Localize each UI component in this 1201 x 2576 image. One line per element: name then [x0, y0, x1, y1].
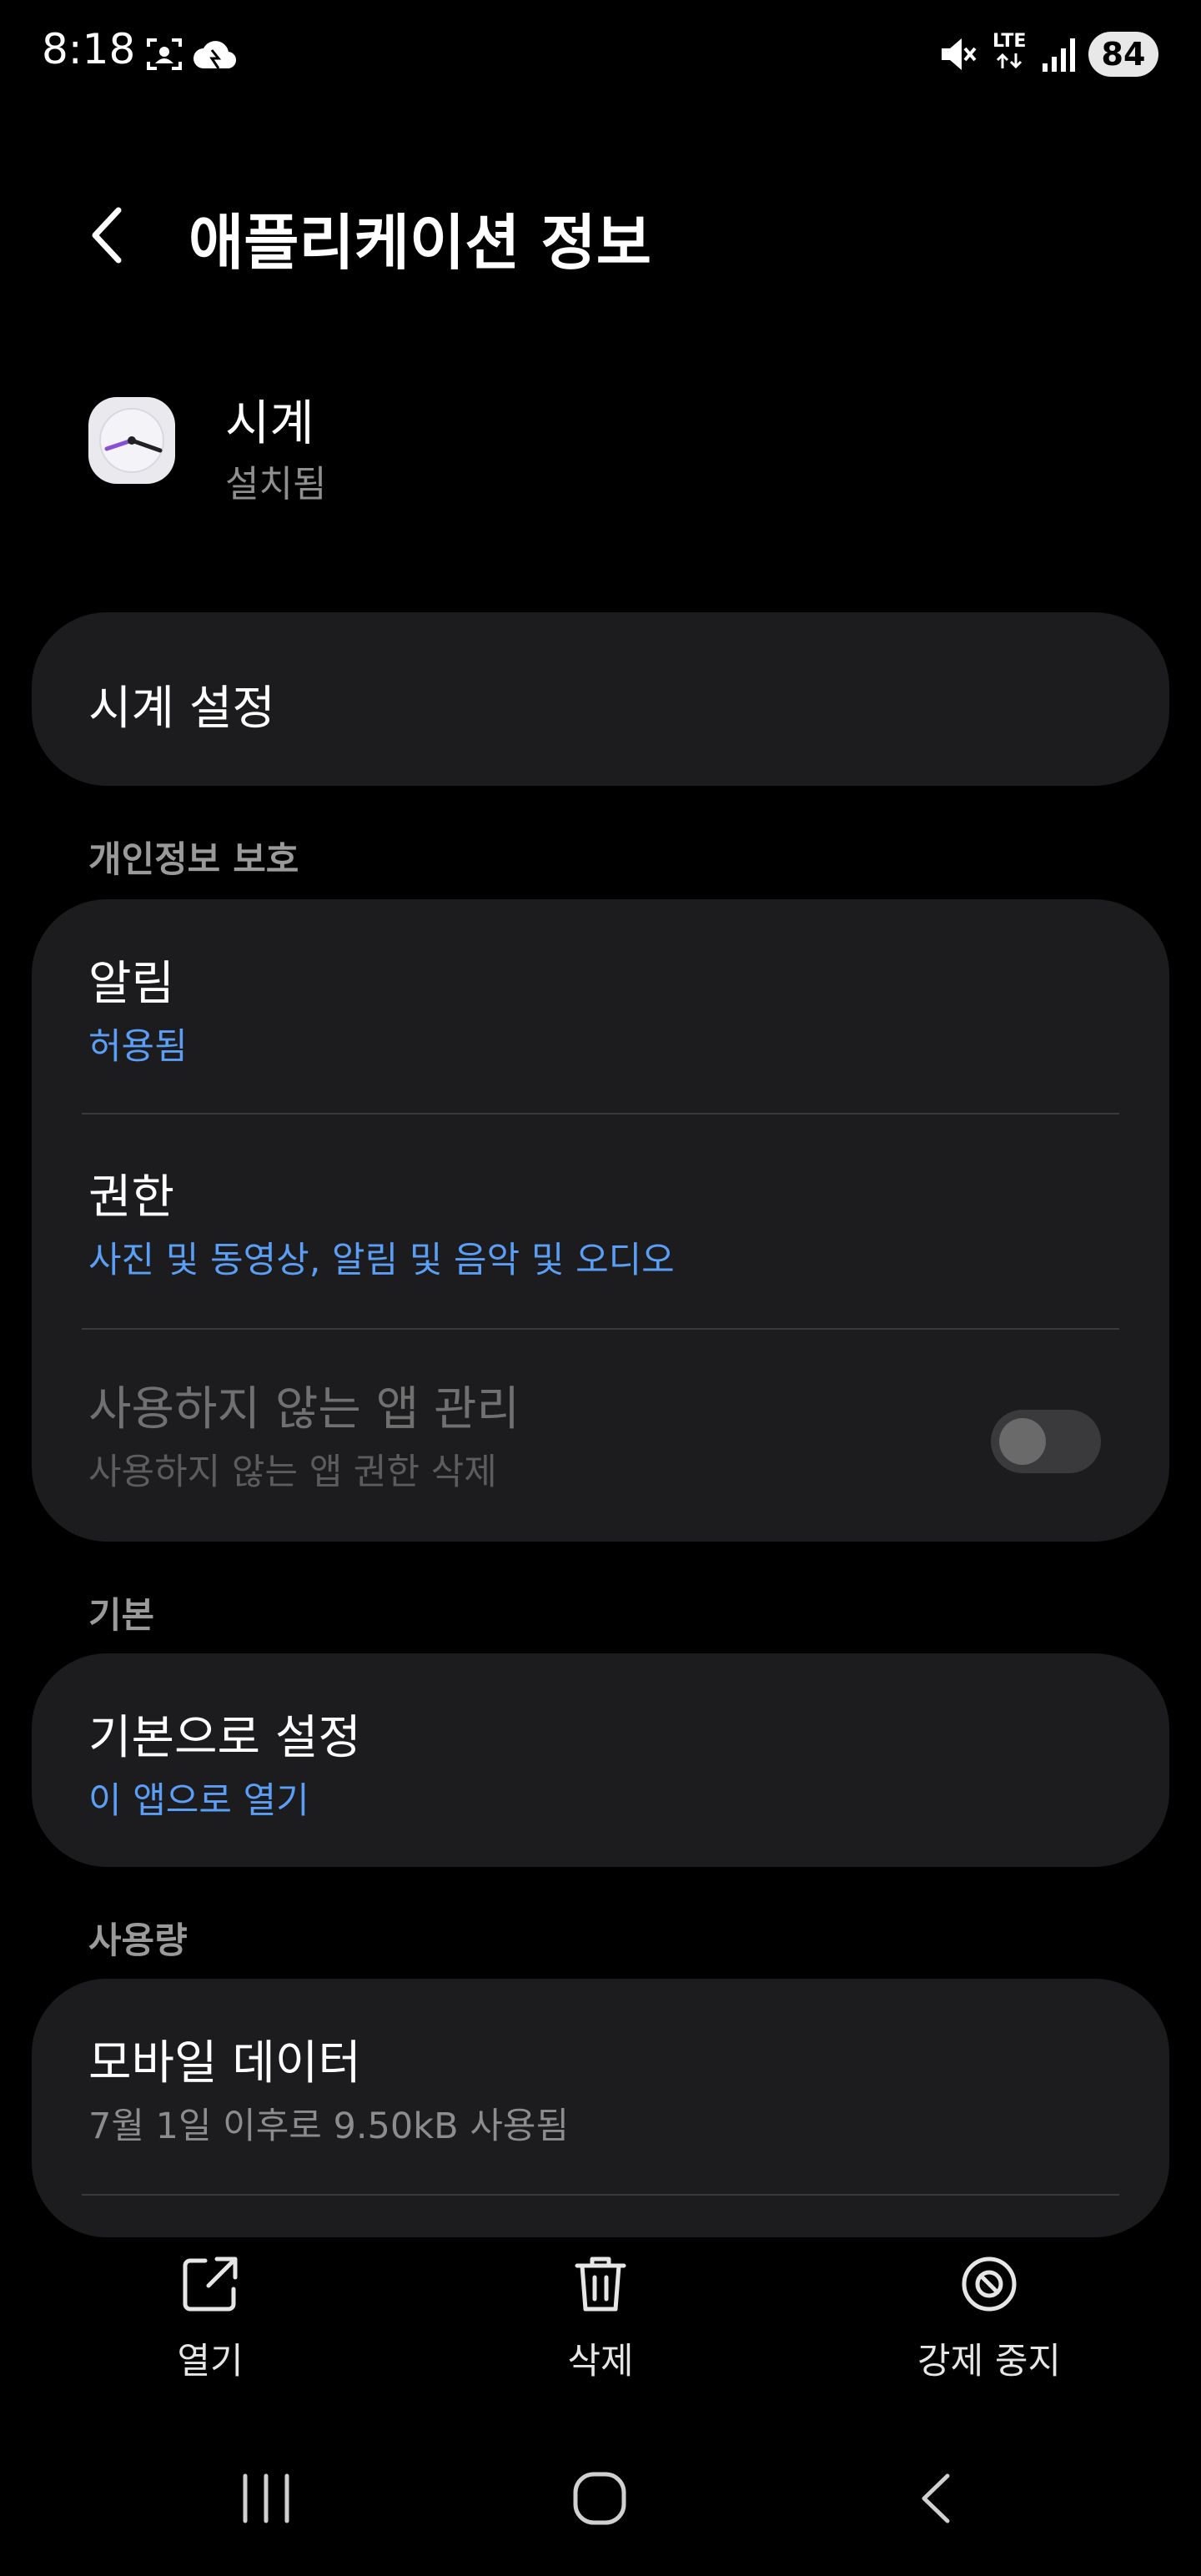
app-settings-label: 시계 설정: [88, 682, 275, 736]
network-type: LTE: [992, 32, 1026, 70]
cloud-icon: [193, 41, 237, 69]
unused-apps-subtitle: 사용하지 않는 앱 권한 삭제: [88, 1452, 497, 1493]
block-icon: [962, 2257, 1017, 2312]
screenshot-icon: [147, 38, 182, 70]
mobile-data-value: 7월 1일 이후로 9.50kB 사용됨: [88, 2106, 570, 2147]
usage-card: 모바일 데이터 7월 1일 이후로 9.50kB 사용됨: [32, 1979, 1169, 2237]
mute-icon: [942, 38, 977, 70]
page-title: 애플리케이션 정보: [188, 208, 651, 278]
force-stop-button[interactable]: 강제 중지: [864, 2252, 1114, 2384]
unused-apps-toggle[interactable]: [991, 1410, 1101, 1473]
app-settings-item[interactable]: 시계 설정: [32, 612, 1169, 786]
trash-icon: [575, 2257, 626, 2312]
divider: [82, 2194, 1119, 2196]
notifications-value: 허용됨: [88, 1026, 188, 1068]
force-stop-label: 강제 중지: [917, 2341, 1061, 2382]
notifications-title: 알림: [88, 957, 175, 1011]
signal-icon: [1043, 38, 1075, 72]
back-button[interactable]: [75, 192, 142, 275]
permissions-value: 사진 및 동영상, 알림 및 음악 및 오디오: [88, 1240, 675, 1281]
uninstall-button[interactable]: 삭제: [475, 2252, 726, 2384]
mobile-data-item[interactable]: 모바일 데이터 7월 1일 이후로 9.50kB 사용됨: [32, 1979, 1169, 2194]
section-label-privacy: 개인정보 보호: [88, 839, 299, 881]
set-default-value: 이 앱으로 열기: [88, 1780, 309, 1822]
toggle-knob: [999, 1418, 1046, 1465]
open-button[interactable]: 열기: [85, 2252, 335, 2384]
battery-indicator: 84: [1088, 32, 1158, 77]
open-external-icon: [183, 2257, 238, 2312]
set-default-title: 기본으로 설정: [88, 1711, 361, 1765]
open-label: 열기: [177, 2341, 244, 2382]
mobile-data-title: 모바일 데이터: [88, 2036, 361, 2090]
clock-app-icon: [88, 397, 175, 484]
app-name: 시계: [225, 395, 314, 451]
home-button[interactable]: [570, 2469, 629, 2528]
set-default-item[interactable]: 기본으로 설정 이 앱으로 열기: [32, 1653, 1169, 1867]
status-time: 8:18: [42, 25, 136, 73]
privacy-card: 알림 허용됨 권한 사진 및 동영상, 알림 및 음악 및 오디오 사용하지 않…: [32, 899, 1169, 1542]
uninstall-label: 삭제: [567, 2341, 634, 2382]
nav-back-button[interactable]: [909, 2469, 967, 2528]
section-label-usage: 사용량: [88, 1920, 188, 1962]
notifications-item[interactable]: 알림 허용됨: [32, 899, 1169, 1113]
unused-apps-title: 사용하지 않는 앱 관리: [88, 1382, 520, 1436]
app-install-status: 설치됨: [225, 463, 327, 506]
permissions-item[interactable]: 권한 사진 및 동영상, 알림 및 음악 및 오디오: [32, 1114, 1169, 1328]
section-label-defaults: 기본: [88, 1595, 155, 1637]
permissions-title: 권한: [88, 1170, 175, 1225]
data-arrows-icon: [996, 53, 1023, 69]
recent-apps-button[interactable]: [237, 2469, 295, 2528]
